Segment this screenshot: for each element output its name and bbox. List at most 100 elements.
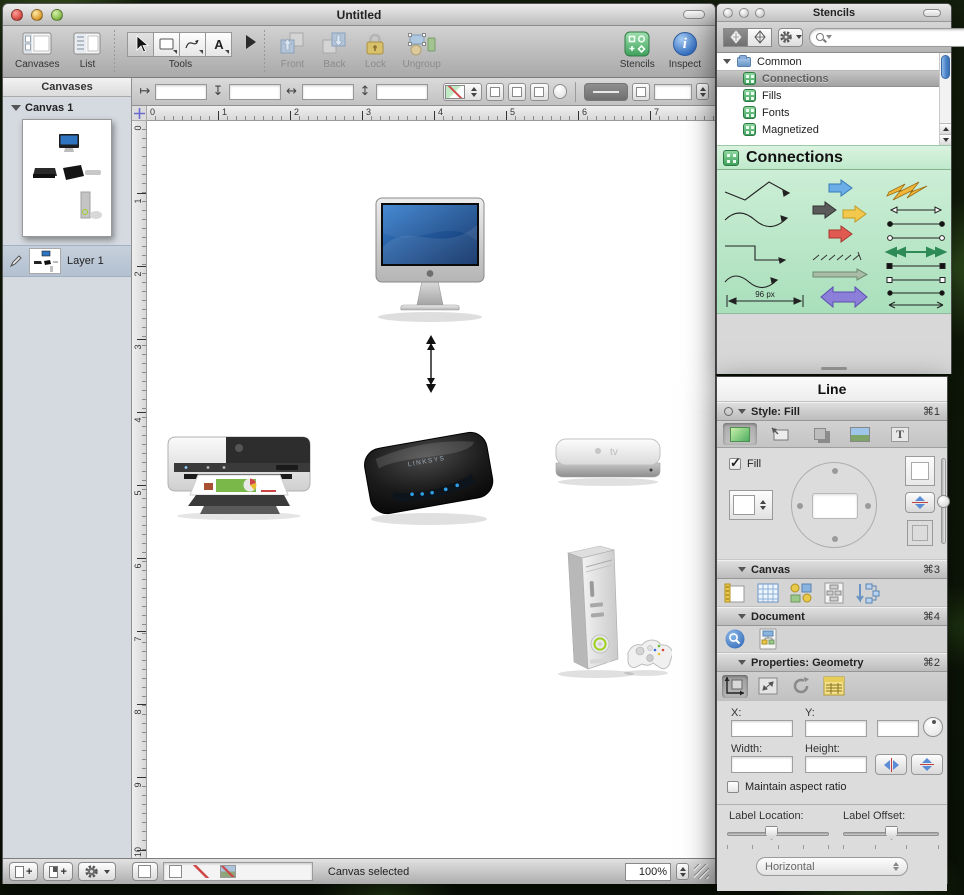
fill-color-stepper[interactable] <box>758 497 768 514</box>
fill-tab[interactable] <box>723 423 757 445</box>
search-input[interactable] <box>834 31 964 43</box>
geometry-rotation-button[interactable] <box>788 675 814 698</box>
line-width-stepper[interactable] <box>696 83 709 100</box>
shape-style-button-1[interactable] <box>486 83 504 101</box>
shape-style-button-2[interactable] <box>508 83 526 101</box>
width-input[interactable] <box>731 756 793 773</box>
fill-style-button[interactable] <box>443 83 481 101</box>
disclosure-triangle-icon[interactable] <box>11 105 21 111</box>
stencil-folder-common[interactable]: Common <box>717 53 951 70</box>
pin-icon[interactable] <box>724 407 733 416</box>
geometry-note-button[interactable] <box>821 675 847 698</box>
resize-handle[interactable] <box>821 367 847 370</box>
shape-tool-button[interactable] <box>153 32 180 57</box>
canvas-section-header[interactable]: Canvas ⌘3 <box>717 560 947 579</box>
rotation-dial[interactable] <box>553 84 567 99</box>
disclosure-triangle-icon[interactable] <box>723 59 731 64</box>
slider-knob[interactable] <box>937 495 950 508</box>
fill-swatch-primary[interactable] <box>905 456 935 486</box>
height-field[interactable] <box>376 84 428 100</box>
geometry-position-button[interactable] <box>722 675 748 698</box>
slider-thumb[interactable] <box>765 826 778 840</box>
stencils-action-menu[interactable] <box>778 28 803 47</box>
fill-color-swatch[interactable] <box>733 495 755 515</box>
document-section-header[interactable]: Document ⌘4 <box>717 607 947 626</box>
zoom-stepper[interactable] <box>676 863 689 880</box>
geometry-resize-button[interactable] <box>755 675 781 698</box>
rotation-input[interactable] <box>877 720 919 737</box>
canvas-action-menu[interactable] <box>78 862 116 881</box>
text-tool-button[interactable]: A <box>205 32 232 57</box>
stencil-list-scrollbar[interactable] <box>939 53 951 145</box>
drawing-canvas[interactable]: LINKSYS <box>147 121 715 858</box>
toolbar-toggle-pill[interactable] <box>683 10 705 19</box>
back-toolbar-button[interactable]: Back <box>320 29 348 70</box>
layer1-row[interactable]: Layer 1 <box>3 245 131 277</box>
top-position-field[interactable] <box>229 84 281 100</box>
swap-colors-button[interactable] <box>905 492 935 513</box>
more-tools-button[interactable] <box>244 29 258 54</box>
stencil-list[interactable]: Common Connections Fills Fonts Magnetize… <box>717 53 951 145</box>
fill-checkbox[interactable] <box>729 458 741 470</box>
fill-color-well[interactable] <box>729 490 773 520</box>
orientation-dropdown[interactable]: Horizontal <box>756 857 908 876</box>
horizontal-ruler[interactable]: 0 1 2 3 4 5 6 7 <box>147 106 715 121</box>
add-canvas-button[interactable]: + <box>9 862 38 881</box>
scrollbar-thumb[interactable] <box>941 55 950 79</box>
diagram-layout-button[interactable] <box>854 581 880 604</box>
canvas-size-button[interactable] <box>722 581 748 604</box>
alignment-button[interactable] <box>788 581 814 604</box>
image-none-swatch[interactable] <box>220 865 236 878</box>
shape-style-button-3[interactable] <box>530 83 548 101</box>
line-style-dropdown[interactable] <box>584 83 628 101</box>
add-layer-button[interactable]: + <box>43 862 72 881</box>
inspector-title[interactable]: Line <box>717 377 947 402</box>
fill-opacity-slider[interactable] <box>941 458 946 544</box>
label-location-slider[interactable] <box>727 827 829 841</box>
document-zoom-button[interactable] <box>722 628 748 651</box>
stencil-preview[interactable]: 96 px <box>717 170 951 314</box>
selection-tool-button[interactable] <box>127 32 154 57</box>
stencils-toolbar-pill[interactable] <box>923 9 941 17</box>
height-input[interactable] <box>805 756 867 773</box>
fill-gradient-dial[interactable] <box>791 462 877 548</box>
main-titlebar[interactable]: Untitled <box>3 4 715 26</box>
flip-horizontal-button[interactable] <box>875 754 907 775</box>
stencil-item-connections[interactable]: Connections <box>717 70 951 87</box>
rotation-dial[interactable] <box>923 717 943 737</box>
left-position-field[interactable] <box>155 84 207 100</box>
canvas1-row[interactable]: Canvas 1 <box>3 97 131 116</box>
grid-button[interactable] <box>755 581 781 604</box>
scroll-up-arrow[interactable] <box>940 123 951 134</box>
fill-swatch-secondary[interactable] <box>907 520 933 546</box>
stencil-item-fills[interactable]: Fills <box>717 87 951 104</box>
stencils-titlebar[interactable]: Stencils <box>717 4 951 22</box>
canvas1-thumbnail[interactable] <box>22 119 112 237</box>
fill-none-swatch[interactable] <box>169 865 182 878</box>
fill-gradient-center[interactable] <box>812 493 858 519</box>
apple-tv-shape[interactable]: tv <box>553 435 663 487</box>
canvas-style-well[interactable] <box>163 862 313 881</box>
style-fill-section-header[interactable]: Style: Fill ⌘1 <box>717 402 947 421</box>
connector-double-arrow[interactable] <box>424 335 438 393</box>
outline-button[interactable] <box>821 581 847 604</box>
line-tool-button[interactable] <box>179 32 206 57</box>
stencil-item-fonts[interactable]: Fonts <box>717 104 951 121</box>
label-offset-slider[interactable] <box>843 827 939 841</box>
document-data-button[interactable] <box>755 628 781 651</box>
imac-shape[interactable] <box>358 197 502 325</box>
vertical-ruler[interactable]: 0 1 2 3 4 5 6 7 8 9 10 <box>132 121 147 858</box>
text-style-tab[interactable] <box>883 423 917 445</box>
scroll-down-arrow[interactable] <box>940 134 951 145</box>
canvas-fill-swatch[interactable] <box>132 862 158 881</box>
stroke-none-swatch[interactable] <box>188 865 214 878</box>
inspect-toolbar-button[interactable]: i Inspect <box>669 29 701 70</box>
disclosure-triangle-icon[interactable] <box>738 567 746 572</box>
front-toolbar-button[interactable]: Front <box>278 29 306 70</box>
view-mode-grid-button[interactable] <box>747 28 772 47</box>
stroke-tab[interactable] <box>763 423 797 445</box>
shadow-tab[interactable] <box>803 423 837 445</box>
image-tab[interactable] <box>843 423 877 445</box>
y-input[interactable] <box>805 720 867 737</box>
slider-thumb[interactable] <box>885 826 898 840</box>
